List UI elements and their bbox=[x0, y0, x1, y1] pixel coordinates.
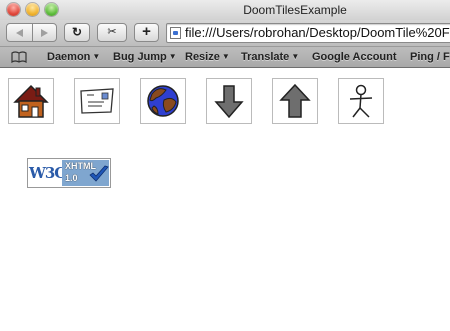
stick-figure-icon bbox=[349, 84, 373, 118]
w3c-xhtml-badge[interactable]: W3C XHTML 1.0 bbox=[27, 158, 111, 188]
divider bbox=[32, 24, 33, 41]
badge-label-panel: XHTML 1.0 bbox=[62, 160, 109, 186]
add-bookmark-button[interactable]: + bbox=[134, 23, 159, 42]
scissors-icon: ✂ bbox=[107, 26, 117, 38]
tile-stick-figure[interactable] bbox=[338, 78, 384, 124]
navigation-buttons bbox=[6, 23, 57, 42]
bookmark-label: Google Account bbox=[312, 51, 397, 63]
bookmark-label: Bug Jump bbox=[113, 51, 167, 63]
bookmark-label: Translate bbox=[241, 51, 290, 63]
chevron-down-icon: ▼ bbox=[221, 52, 230, 61]
bookmark-label: Ping / F bbox=[410, 51, 450, 63]
page-icon bbox=[170, 27, 181, 39]
bookmarks-book-icon[interactable] bbox=[11, 51, 27, 63]
toolbar: ↻ ✂ + file:///Users/robrohan/Desktop/Doo… bbox=[0, 20, 450, 46]
w3c-logo: W3C bbox=[29, 160, 66, 186]
snippet-button[interactable]: ✂ bbox=[97, 23, 127, 42]
bookmark-resize[interactable]: Resize ▼ bbox=[185, 51, 230, 63]
tile-up-arrow[interactable] bbox=[272, 78, 318, 124]
back-button[interactable] bbox=[16, 29, 23, 37]
checkmark-icon bbox=[89, 165, 109, 182]
chevron-down-icon: ▼ bbox=[291, 52, 300, 61]
address-bar[interactable]: file:///Users/robrohan/Desktop/DoomTile%… bbox=[166, 23, 450, 43]
reload-button[interactable]: ↻ bbox=[64, 23, 90, 42]
bookmark-daemon[interactable]: Daemon ▼ bbox=[47, 51, 100, 63]
house-icon bbox=[13, 84, 49, 118]
down-arrow-icon bbox=[214, 85, 244, 119]
bookmark-label: Daemon bbox=[47, 51, 91, 63]
url-text[interactable]: file:///Users/robrohan/Desktop/DoomTile%… bbox=[185, 25, 450, 40]
bookmark-ping[interactable]: Ping / F bbox=[410, 51, 450, 63]
up-arrow-icon bbox=[279, 83, 311, 118]
reload-icon: ↻ bbox=[71, 25, 83, 39]
bookmark-google-account[interactable]: Google Account bbox=[312, 51, 397, 63]
badge-version: 1.0 bbox=[65, 173, 78, 183]
bookmarks-bar: Daemon ▼ Bug Jump ▼ Resize ▼ Translate ▼ Goo… bbox=[0, 46, 450, 68]
letter-icon bbox=[80, 88, 114, 114]
page-content: W3C XHTML 1.0 bbox=[0, 68, 450, 331]
chevron-down-icon: ▼ bbox=[168, 52, 177, 61]
tile-globe[interactable] bbox=[140, 78, 186, 124]
bookmark-translate[interactable]: Translate ▼ bbox=[241, 51, 299, 63]
tile-down-arrow[interactable] bbox=[206, 78, 252, 124]
tile-house[interactable] bbox=[8, 78, 54, 124]
bookmark-bug-jump[interactable]: Bug Jump ▼ bbox=[113, 51, 177, 63]
title-bar: DoomTilesExample bbox=[0, 0, 450, 20]
forward-button[interactable] bbox=[41, 29, 48, 37]
tile-letter[interactable] bbox=[74, 78, 120, 124]
bookmark-label: Resize bbox=[185, 51, 220, 63]
window-title: DoomTilesExample bbox=[243, 3, 347, 17]
chevron-down-icon: ▼ bbox=[92, 52, 101, 61]
plus-icon: + bbox=[142, 23, 151, 40]
globe-icon bbox=[147, 85, 179, 117]
